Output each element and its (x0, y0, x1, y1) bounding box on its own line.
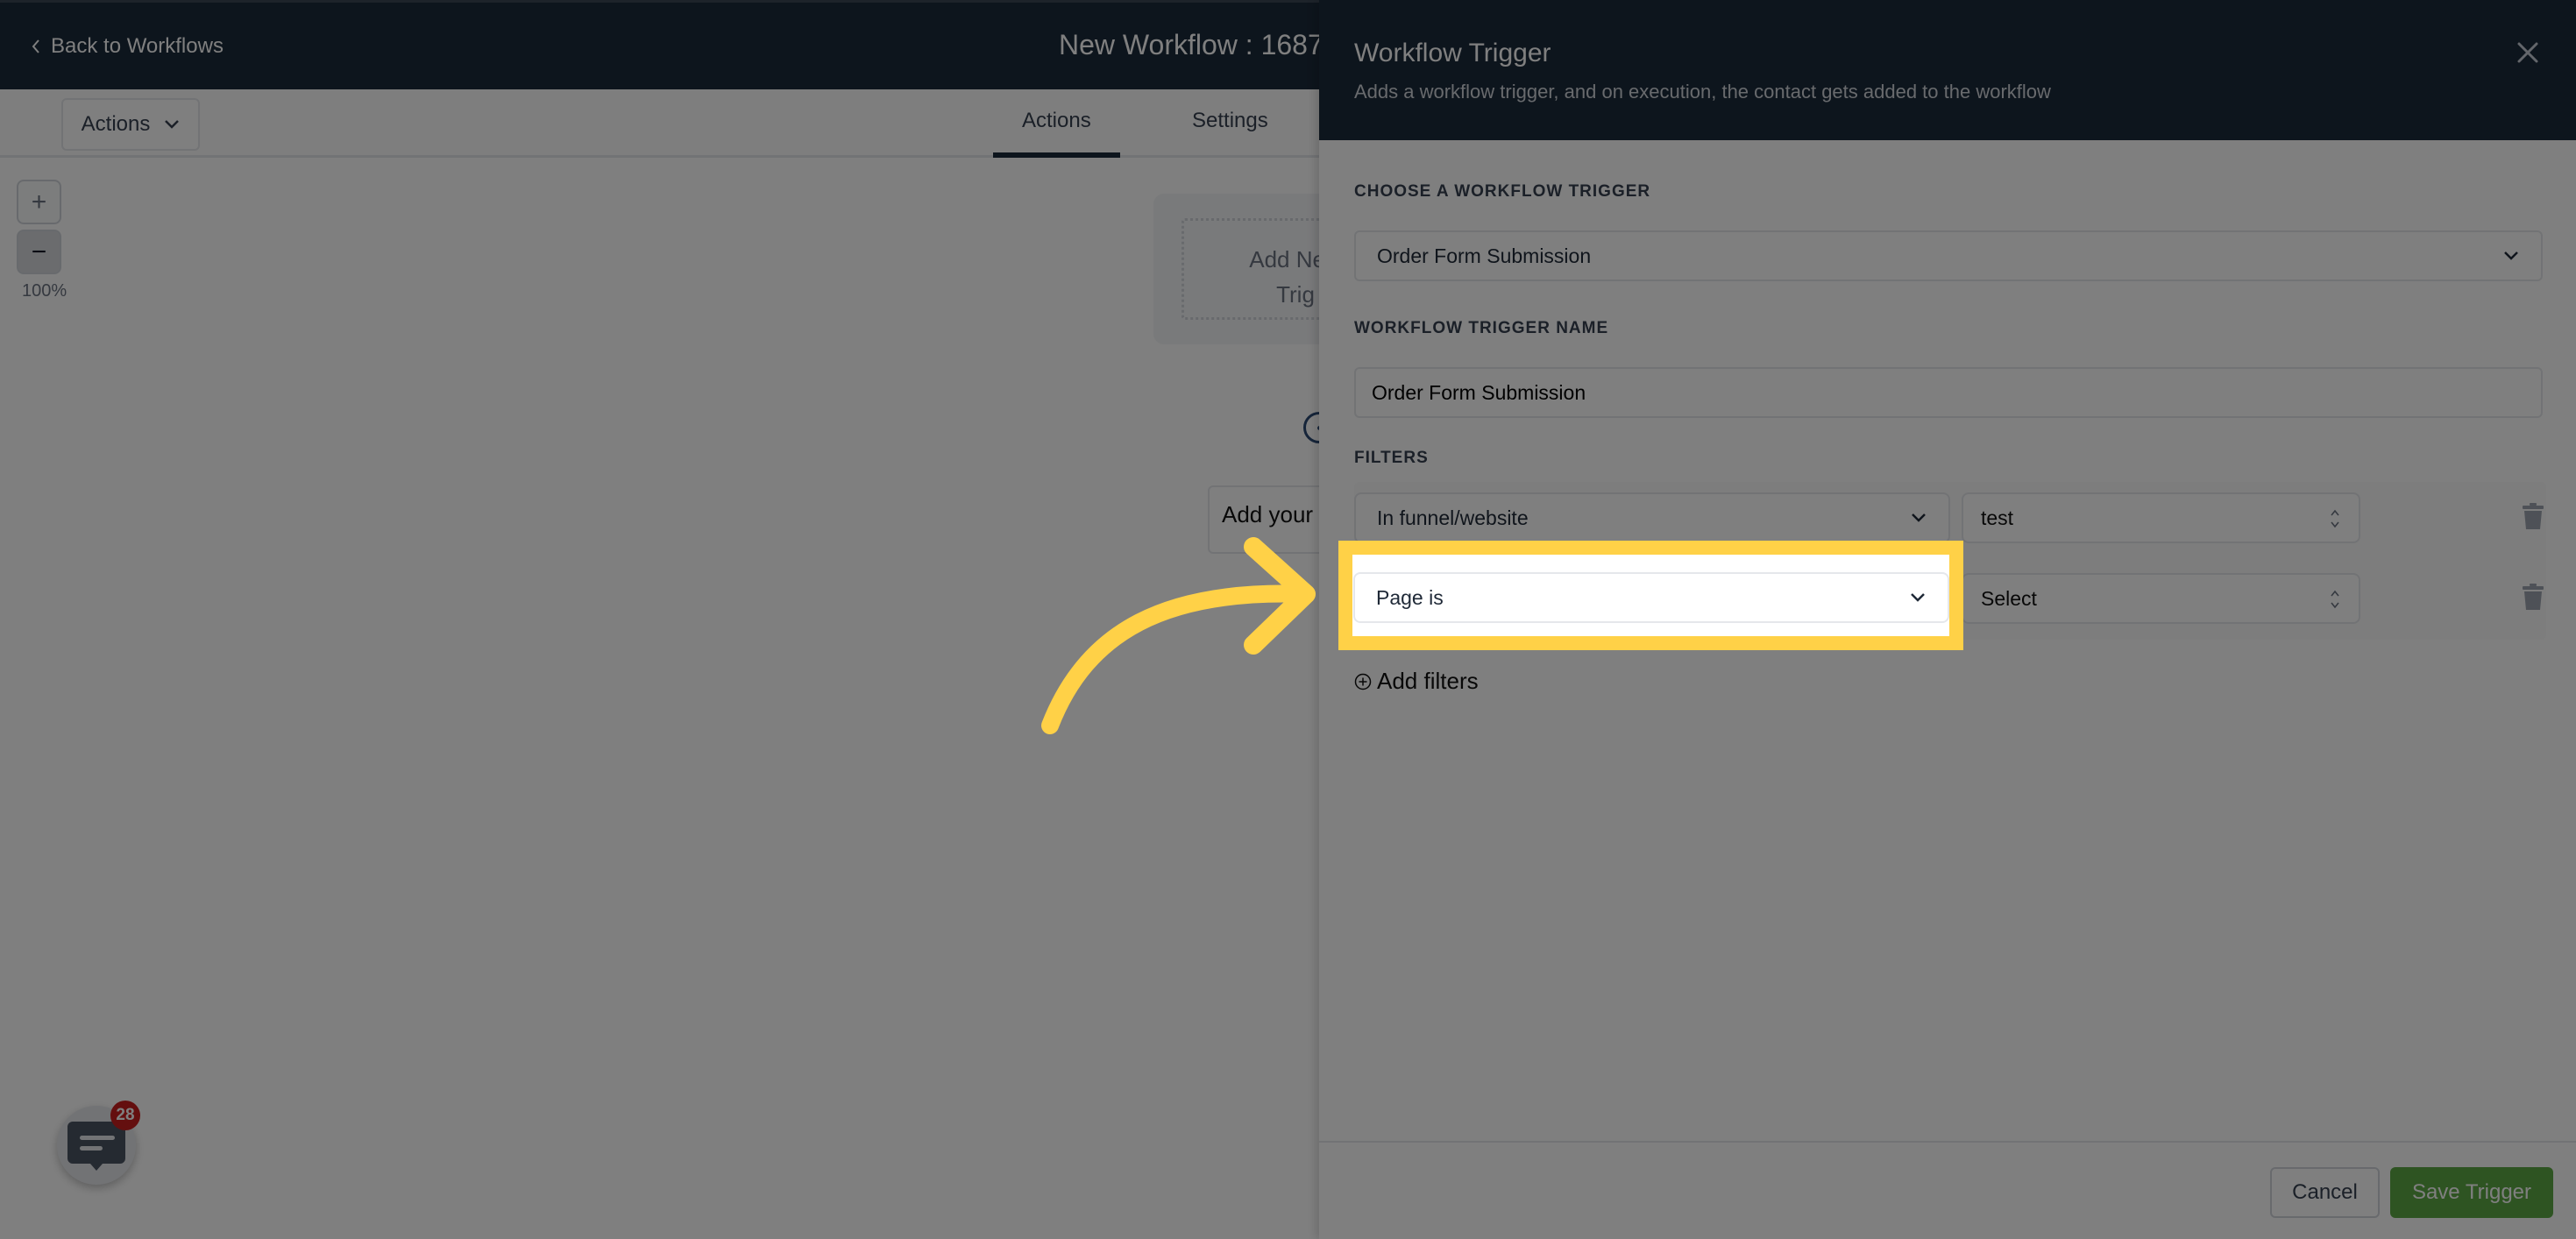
trigger-name-value: Order Form Submission (1372, 380, 1586, 404)
trigger-name-label: WORKFLOW TRIGGER NAME (1354, 319, 1609, 337)
chevron-down-icon (1912, 513, 1926, 522)
add-action-text: Add your f (1222, 501, 1326, 527)
delete-filter-2-icon[interactable] (2522, 583, 2544, 611)
zoom-out-button[interactable]: − (17, 230, 61, 274)
back-to-workflows-link[interactable]: Back to Workflows (30, 34, 224, 59)
trigger-name-input[interactable]: Order Form Submission (1354, 367, 2543, 418)
filter-2-value: Select (1981, 586, 2037, 610)
zoom-level: 100% (22, 281, 67, 301)
back-link-label: Back to Workflows (51, 34, 224, 58)
trigger-type-select[interactable]: Order Form Submission (1354, 230, 2543, 281)
panel-subtitle: Adds a workflow trigger, and on executio… (1354, 81, 2051, 103)
filter-2-field-value: Page is (1376, 585, 1444, 609)
filter-1-field-select[interactable]: In funnel/website (1354, 492, 1950, 543)
cancel-button[interactable]: Cancel (2270, 1167, 2380, 1218)
chevron-left-icon (32, 39, 39, 53)
tab-settings[interactable]: Settings (1192, 109, 1268, 133)
tab-actions[interactable]: Actions (1022, 109, 1091, 133)
filter-1-value: test (1981, 506, 2014, 529)
filters-label: FILTERS (1354, 449, 1429, 467)
trigger-type-value: Order Form Submission (1377, 244, 1592, 267)
filter-2-field-select[interactable]: Page is (1353, 572, 1949, 623)
close-icon[interactable] (2514, 39, 2542, 67)
notification-badge: 28 (110, 1101, 140, 1130)
add-filters-button[interactable]: Add filters (1354, 668, 1479, 695)
chevron-down-icon (165, 120, 180, 129)
chevron-down-icon (2504, 251, 2518, 260)
panel-header: Workflow Trigger Adds a workflow trigger… (1319, 0, 2576, 140)
add-filters-label: Add filters (1377, 668, 1479, 694)
active-tab-indicator (993, 152, 1120, 158)
choose-trigger-label: CHOOSE A WORKFLOW TRIGGER (1354, 182, 1651, 201)
filter-1-field-value: In funnel/website (1377, 506, 1529, 529)
filter-1-value-select[interactable]: test (1962, 492, 2360, 543)
workflow-canvas[interactable]: + − 100% Add New Trig Add your f (0, 159, 1409, 1239)
updown-chevron-icon (2331, 590, 2339, 609)
workflow-title: New Workflow : 1687 (1059, 29, 1323, 60)
panel-title: Workflow Trigger (1354, 39, 1551, 67)
actions-dropdown-label: Actions (81, 112, 151, 136)
filter-2-value-select[interactable]: Select (1962, 573, 2360, 624)
actions-dropdown[interactable]: Actions (61, 98, 200, 151)
zoom-in-button[interactable]: + (17, 180, 61, 224)
save-trigger-button[interactable]: Save Trigger (2390, 1167, 2553, 1218)
panel-footer: Cancel Save Trigger (1319, 1141, 2576, 1239)
plus-circle-icon (1354, 673, 1372, 690)
updown-chevron-icon (2331, 509, 2339, 528)
delete-filter-1-icon[interactable] (2522, 502, 2544, 530)
chevron-down-icon (1911, 593, 1925, 602)
